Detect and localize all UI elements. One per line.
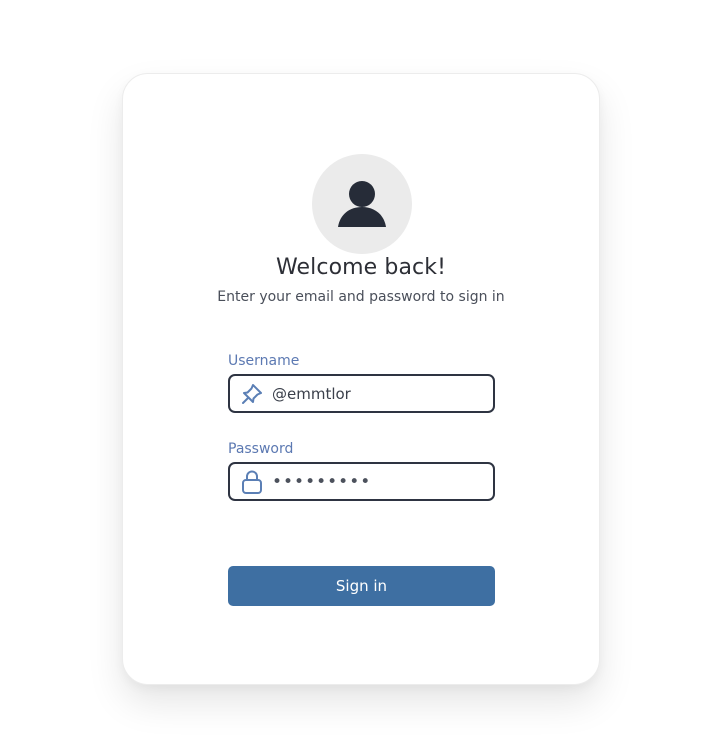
login-card: Welcome back! Enter your email and passw…	[122, 73, 600, 685]
page-background: Welcome back! Enter your email and passw…	[0, 0, 728, 746]
username-field[interactable]	[228, 374, 495, 413]
sign-in-button[interactable]: Sign in	[228, 566, 495, 606]
password-field[interactable]	[228, 462, 495, 501]
username-label: Username	[228, 353, 300, 369]
username-input[interactable]	[272, 384, 482, 403]
avatar	[312, 154, 412, 254]
page-subtitle: Enter your email and password to sign in	[217, 289, 505, 305]
page-title: Welcome back!	[275, 255, 447, 280]
pin-icon	[239, 381, 265, 407]
password-input[interactable]	[272, 471, 482, 492]
password-label: Password	[228, 441, 294, 457]
user-silhouette-icon	[338, 181, 386, 227]
lock-icon	[239, 469, 265, 495]
